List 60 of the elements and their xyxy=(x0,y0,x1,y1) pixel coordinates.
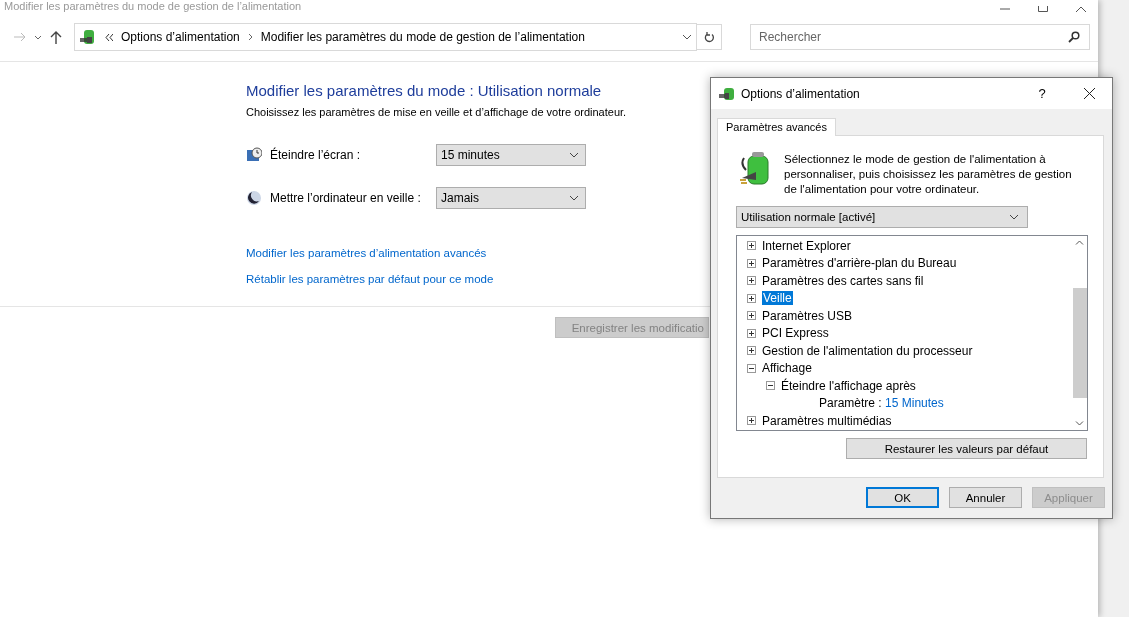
plan-dropdown[interactable]: Utilisation normale [activé] xyxy=(736,206,1028,228)
chevron-down-icon xyxy=(569,195,579,201)
page-heading: Modifier les paramètres du mode : Utilisation normale xyxy=(246,82,602,99)
expand-box-icon[interactable] xyxy=(747,311,756,321)
battery-plug-icon xyxy=(740,152,772,188)
chevron-down-icon[interactable] xyxy=(34,34,42,40)
refresh-button[interactable] xyxy=(696,24,722,50)
scroll-thumb[interactable] xyxy=(1072,288,1087,398)
instruction-text: Sélectionnez le mode de gestion de l'alimentation à personnaliser, puis choisissez les paramètres de gestion de l'alimentation pour votre ordinateur. xyxy=(784,152,1073,197)
dialog-button[interactable]: Annuler xyxy=(949,487,1022,508)
setting-label: Éteindre l’écran : xyxy=(270,148,361,162)
expand-box-icon[interactable] xyxy=(747,346,756,356)
dropdown[interactable]: 15 minutes xyxy=(436,144,586,166)
tree-item[interactable]: Paramètres des cartes sans fil xyxy=(762,273,924,288)
tree-item[interactable]: Internet Explorer xyxy=(762,238,851,253)
tree-item[interactable]: Éteindre l'affichage après xyxy=(781,378,916,393)
chevron-down-icon[interactable] xyxy=(682,34,692,40)
collapse-box-icon[interactable] xyxy=(766,381,775,391)
dialog-button[interactable]: OK xyxy=(866,487,939,508)
moon-icon xyxy=(246,190,262,206)
search-field[interactable]: Rechercher xyxy=(750,24,1090,50)
up-arrow-icon[interactable] xyxy=(50,30,62,44)
expand-box-icon[interactable] xyxy=(747,328,756,338)
tree-item[interactable]: Paramètres multimédias xyxy=(762,413,892,428)
tree-item[interactable]: Affichage xyxy=(762,361,812,376)
dropdown[interactable]: Jamais xyxy=(436,187,586,209)
chevron-down-icon xyxy=(569,152,579,158)
window-title: Modifier les paramètres du mode de gestion de l’alimentation xyxy=(4,0,302,12)
breadcrumb-item[interactable]: Options d’alimentation xyxy=(121,30,240,44)
refresh-icon xyxy=(703,31,715,43)
double-chevron-icon xyxy=(105,33,113,41)
battery-plug-icon xyxy=(79,28,97,46)
address-bar[interactable]: Options d’alimentation Modifier les paramètres du mode de gestion de l’alimentation xyxy=(74,23,697,51)
expand-box-icon[interactable] xyxy=(747,241,756,251)
expand-box-icon[interactable] xyxy=(747,416,756,426)
maximize-icon[interactable] xyxy=(1038,6,1048,12)
tab[interactable]: Paramètres avancés xyxy=(717,118,836,136)
tree-item[interactable]: Paramètres d'arrière-plan du Bureau xyxy=(762,256,957,271)
expand-box-icon[interactable] xyxy=(747,258,756,268)
dialog-title: Options d’alimentation xyxy=(741,86,861,101)
search-icon xyxy=(1068,31,1080,43)
restore-defaults-button[interactable]: Restaurer les valeurs par défaut xyxy=(846,438,1087,459)
tree-item-label[interactable]: Paramètre : 15 Minutes xyxy=(819,396,944,411)
tree-item[interactable]: Veille xyxy=(762,291,793,306)
page-description: Choisissez les paramètres de mise en veille et d’affichage de votre ordinateur. xyxy=(246,106,627,118)
settings-link[interactable]: Modifier les paramètres d’alimentation avancés xyxy=(246,247,487,259)
battery-plug-icon xyxy=(719,85,735,102)
expand-box-icon[interactable] xyxy=(747,293,756,303)
monitor-clock-icon xyxy=(246,147,262,163)
expand-box-icon[interactable] xyxy=(747,276,756,286)
tree-item[interactable]: PCI Express xyxy=(762,326,829,341)
setting-label: Mettre l’ordinateur en veille : xyxy=(270,191,421,205)
settings-link[interactable]: Rétablir les paramètres par défaut pour ce mode xyxy=(246,273,494,285)
tree-item[interactable]: Gestion de l'alimentation du processeur xyxy=(762,343,973,358)
collapse-box-icon[interactable] xyxy=(747,363,756,373)
help-button[interactable]: ? xyxy=(1024,86,1060,101)
tree-item[interactable]: Paramètres USB xyxy=(762,308,853,323)
chevron-down-icon xyxy=(1009,214,1019,220)
breadcrumb-item[interactable]: Modifier les paramètres du mode de gestion de l’alimentation xyxy=(260,30,585,44)
chevron-right-icon xyxy=(247,33,253,41)
